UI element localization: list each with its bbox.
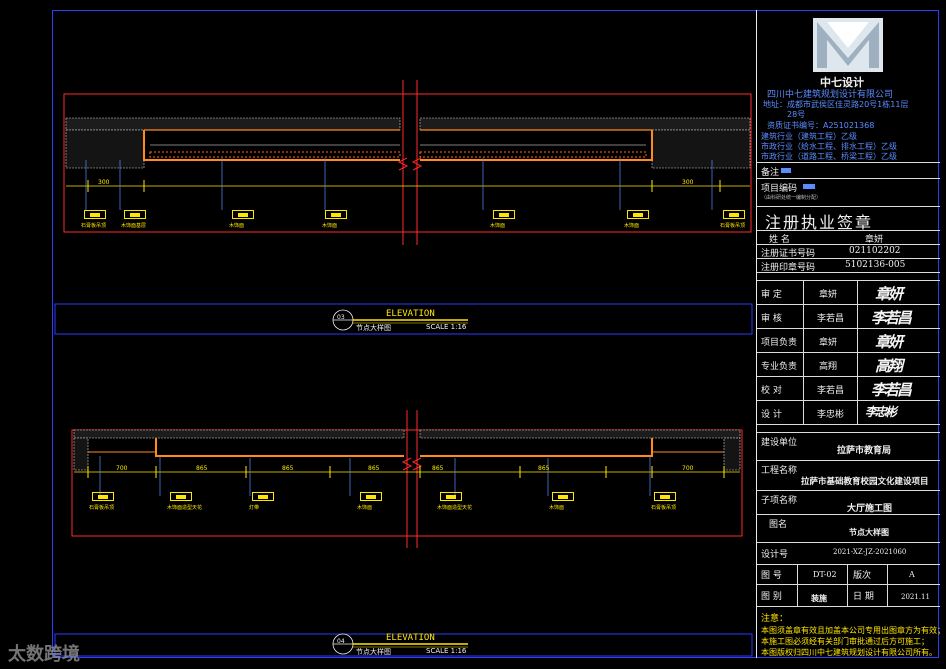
company-qual: 市政行业（道路工程、桥梁工程）乙级 <box>761 152 897 161</box>
notes-row: 注意： 本图须盖章有效且加盖本公司专用出图章方为有效； 本施工图必须经有关部门审… <box>757 606 945 658</box>
signature: 李若昌 <box>871 381 912 399</box>
note-line: 本施工图必须经有关部门审批通过后方可施工； <box>761 637 929 646</box>
title-block: 中七设计 四川中七建筑规划设计有限公司 地址：成都市武侯区佳灵路20号1栋11层… <box>756 10 945 658</box>
svg-text:865: 865 <box>196 465 208 472</box>
role-row: 校 对 李若昌 李若昌 <box>757 376 940 400</box>
svg-text:700: 700 <box>116 465 128 472</box>
client-row: 建设单位 拉萨市教育局 <box>757 432 940 460</box>
material-tag: 木饰面造型天花 <box>167 492 202 511</box>
watermark: 太数跨境 <box>8 644 80 665</box>
sheet-row: 图 号 DT-02 版次 A <box>757 564 940 584</box>
svg-text:300: 300 <box>682 179 694 186</box>
view-number: 04 <box>337 638 345 645</box>
view-title: ELEVATION <box>386 633 435 643</box>
signature: 高翔 <box>875 357 903 375</box>
material-tag: 石膏板吊顶 <box>89 492 114 511</box>
company-logo <box>813 18 883 72</box>
svg-text:865: 865 <box>538 465 550 472</box>
view-scale: SCALE 1:16 <box>426 323 467 331</box>
view-scale: SCALE 1:16 <box>426 647 467 655</box>
elevation-04: 700 865 865 865 865 865 700 <box>71 410 743 548</box>
role-row: 审 核 李若昌 李若昌 <box>757 304 940 328</box>
role-row: 专业负责 高翔 高翔 <box>757 352 940 376</box>
subproject-row: 子项名称 大厅施工图 <box>757 490 940 514</box>
company-address-2: 28号 <box>787 110 806 119</box>
name-row: 姓 名 章妍 <box>757 230 940 245</box>
signature: 章妍 <box>875 333 903 351</box>
material-tag: 木饰面 <box>229 210 254 229</box>
material-tag: 木饰面 <box>549 492 574 511</box>
note-line: 本图版权归四川中七建筑规划设计有限公司所有。 <box>761 648 937 657</box>
role-row: 设 计 李忠彬 李忠彬 <box>757 400 940 424</box>
cert-row: 注册证书号码 021102202 <box>757 244 940 259</box>
company-address: 地址：成都市武侯区佳灵路20号1栋11层 <box>763 100 909 109</box>
company-cert: 资质证书编号：A251021368 <box>767 121 875 130</box>
elevation-03: 300 300 <box>63 80 752 245</box>
material-tag: 石膏板吊顶 <box>720 210 745 229</box>
view-subtitle: 节点大样图 <box>356 324 391 332</box>
material-tag: 木饰面 <box>357 492 382 511</box>
material-tag: 木饰面造型天花 <box>437 492 472 511</box>
view-subtitle: 节点大样图 <box>356 648 391 656</box>
material-tag: 木饰面 <box>322 210 347 229</box>
project-code-row: 项目编码 （由科研处统一编制分配） <box>757 178 940 206</box>
svg-text:865: 865 <box>432 465 444 472</box>
material-tag: 木饰面基层 <box>121 210 146 229</box>
svg-text:700: 700 <box>682 465 694 472</box>
category-row: 图 别 装施 日 期 2021.11 <box>757 584 940 606</box>
material-tag: 石膏板吊顶 <box>651 492 676 511</box>
design-no-row: 设计号 2021-XZ-JZ-2021060 <box>757 542 940 564</box>
role-row: 项目负责 章妍 章妍 <box>757 328 940 352</box>
signature: 李若昌 <box>871 309 912 327</box>
material-tag: 木饰面 <box>624 210 649 229</box>
material-tag: 石膏板吊顶 <box>81 210 106 229</box>
project-row: 工程名称 拉萨市基础教育校园文化建设项目 <box>757 460 940 490</box>
signature: 李忠彬 <box>865 405 897 419</box>
svg-text:300: 300 <box>98 179 110 186</box>
view-title: ELEVATION <box>386 309 435 319</box>
seal-no-row: 注册印章号码 5102136-005 <box>757 258 940 273</box>
seal-title-row: 注册执业签章 <box>757 206 940 232</box>
drawing-row: 图名 节点大样图 <box>757 514 940 542</box>
role-row: 审 定 章妍 章妍 <box>757 280 940 304</box>
view-number: 03 <box>337 314 345 321</box>
note-line: 本图须盖章有效且加盖本公司专用出图章方为有效； <box>761 626 945 635</box>
material-tag: 木饰面 <box>490 210 515 229</box>
remarks-row: 备注 <box>757 162 940 178</box>
material-tag: 灯带 <box>249 492 274 511</box>
signature: 章妍 <box>875 285 903 303</box>
svg-text:865: 865 <box>282 465 294 472</box>
svg-text:865: 865 <box>368 465 380 472</box>
